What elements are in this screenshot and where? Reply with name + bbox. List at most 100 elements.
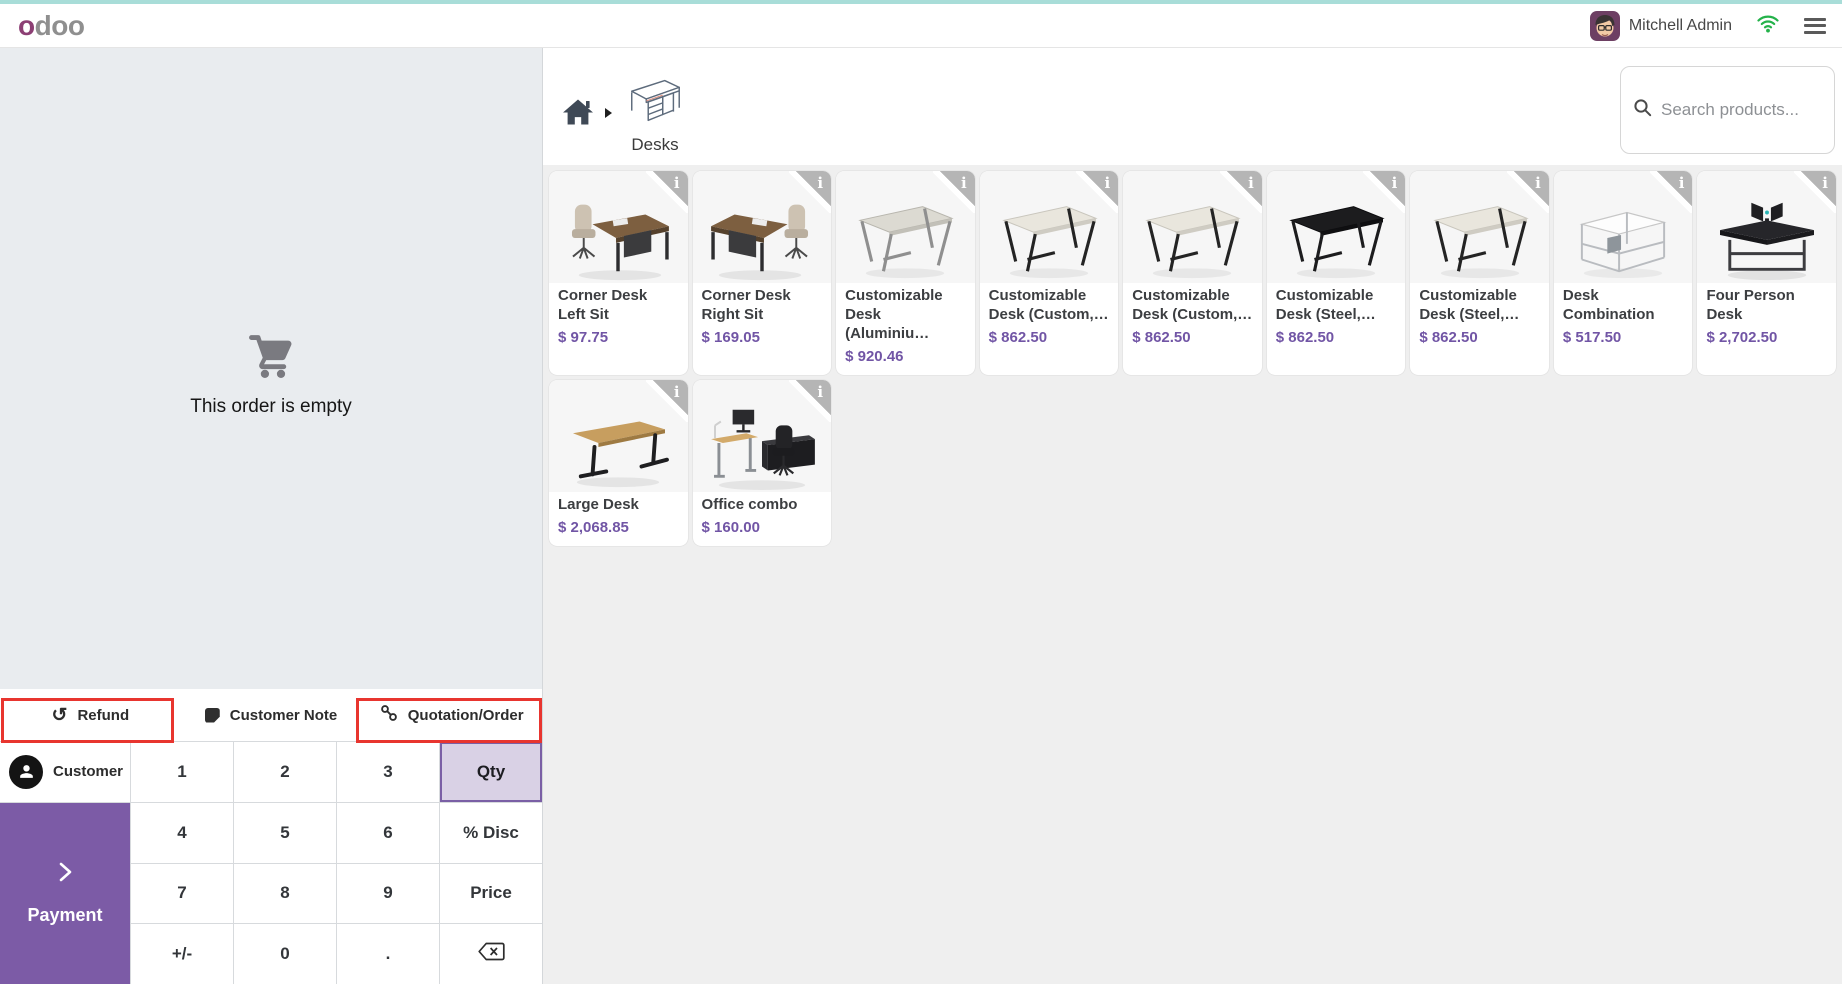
pos-app: odoo Mitchell Admin bbox=[0, 0, 1842, 984]
product-info-corner[interactable]: i bbox=[1363, 171, 1405, 213]
cart-icon bbox=[244, 328, 298, 383]
chevron-right-icon bbox=[53, 860, 77, 889]
home-button[interactable] bbox=[555, 90, 601, 136]
product-price: $ 862.50 bbox=[1132, 329, 1253, 346]
numpad-mode-qty[interactable]: Qty bbox=[440, 742, 542, 802]
customer-label: Customer bbox=[53, 763, 123, 780]
numpad-key-5[interactable]: 5 bbox=[234, 803, 336, 863]
navbar-right: Mitchell Admin bbox=[1590, 11, 1826, 41]
numpad-mode-discount[interactable]: % Disc bbox=[440, 803, 542, 863]
product-name: Large Desk bbox=[558, 496, 679, 515]
numpad-key-plusminus[interactable]: +/- bbox=[131, 924, 233, 984]
numpad-key-2[interactable]: 2 bbox=[234, 742, 336, 802]
info-icon: i bbox=[674, 383, 680, 401]
numpad-key-backspace[interactable] bbox=[440, 924, 542, 984]
product-info-corner[interactable]: i bbox=[789, 380, 831, 422]
customer-icon bbox=[9, 755, 43, 789]
wifi-icon bbox=[1756, 12, 1780, 39]
category-label: Desks bbox=[631, 135, 678, 155]
product-name: Customizable Desk (Aluminiu… bbox=[845, 287, 966, 344]
product-grid: i Corner Desk Left Sit $ 97.75 bbox=[543, 165, 1842, 984]
navbar: odoo Mitchell Admin bbox=[0, 0, 1842, 48]
numpad-key-9[interactable]: 9 bbox=[337, 864, 439, 924]
product-info-corner[interactable]: i bbox=[1220, 171, 1262, 213]
numpad-key-8[interactable]: 8 bbox=[234, 864, 336, 924]
product-card-corner-desk-right-sit[interactable]: i Corner Desk Right Sit $ 169.05 bbox=[693, 171, 832, 375]
product-card-four-person-desk[interactable]: i Four Person Desk $ 2,702.50 bbox=[1697, 171, 1836, 375]
info-icon: i bbox=[1535, 174, 1541, 192]
info-icon: i bbox=[1392, 174, 1398, 192]
hamburger-menu-icon[interactable] bbox=[1804, 16, 1826, 36]
customer-note-label: Customer Note bbox=[230, 707, 338, 724]
refund-label: Refund bbox=[77, 707, 129, 724]
numpad-mode-price[interactable]: Price bbox=[440, 864, 542, 924]
user-menu[interactable]: Mitchell Admin bbox=[1590, 11, 1732, 41]
refund-icon: ↺ bbox=[52, 706, 68, 725]
customer-note-button[interactable]: Customer Note bbox=[181, 689, 362, 741]
refund-button[interactable]: ↺ Refund bbox=[0, 689, 181, 741]
product-price: $ 2,702.50 bbox=[1706, 329, 1827, 346]
numpad-key-0[interactable]: 0 bbox=[234, 924, 336, 984]
product-name: Corner Desk Right Sit bbox=[702, 287, 823, 325]
info-icon: i bbox=[1105, 174, 1111, 192]
quotation-order-label: Quotation/Order bbox=[408, 707, 524, 724]
product-price: $ 862.50 bbox=[1276, 329, 1397, 346]
info-icon: i bbox=[674, 174, 680, 192]
product-name: Desk Combination bbox=[1563, 287, 1684, 325]
payment-button[interactable]: Payment bbox=[0, 803, 130, 984]
product-card-customizable-desk-steel-1[interactable]: i Customizable Desk (Steel,… $ 862.50 bbox=[1267, 171, 1406, 375]
search-box bbox=[1620, 66, 1835, 154]
product-card-customizable-desk-custom-2[interactable]: i Customizable Desk (Custom,… $ 862.50 bbox=[1123, 171, 1262, 375]
numpad-key-6[interactable]: 6 bbox=[337, 803, 439, 863]
breadcrumb: Desks bbox=[555, 68, 686, 158]
quotation-order-button[interactable]: Quotation/Order bbox=[361, 689, 542, 741]
product-info-corner[interactable]: i bbox=[1650, 171, 1692, 213]
product-price: $ 920.46 bbox=[845, 348, 966, 365]
search-products-input[interactable] bbox=[1661, 100, 1822, 120]
customer-button[interactable]: Customer bbox=[0, 742, 130, 802]
note-icon bbox=[205, 708, 220, 723]
product-price: $ 97.75 bbox=[558, 329, 679, 346]
product-price: $ 160.00 bbox=[702, 519, 823, 536]
product-card-customizable-desk-aluminium[interactable]: i Customizable Desk (Aluminiu… $ 920.46 bbox=[836, 171, 975, 375]
product-price: $ 169.05 bbox=[702, 329, 823, 346]
search-icon bbox=[1633, 98, 1652, 122]
product-card-office-combo[interactable]: i Office combo $ 160.00 bbox=[693, 380, 832, 546]
numpad-key-4[interactable]: 4 bbox=[131, 803, 233, 863]
numpad-key-decimal[interactable]: . bbox=[337, 924, 439, 984]
desks-category-image bbox=[624, 71, 686, 132]
numpad-key-1[interactable]: 1 bbox=[131, 742, 233, 802]
backspace-icon bbox=[478, 942, 505, 966]
product-info-corner[interactable]: i bbox=[789, 171, 831, 213]
main-area: This order is empty ↺ Refund Customer No… bbox=[0, 48, 1842, 984]
top-accent-bar bbox=[0, 0, 1842, 4]
odoo-logo: odoo bbox=[18, 10, 84, 42]
product-name: Customizable Desk (Custom,… bbox=[989, 287, 1110, 325]
numpad-key-7[interactable]: 7 bbox=[131, 864, 233, 924]
product-info-corner[interactable]: i bbox=[1076, 171, 1118, 213]
product-info-corner[interactable]: i bbox=[1507, 171, 1549, 213]
product-card-desk-combination[interactable]: i Desk Combination $ 517.50 bbox=[1554, 171, 1693, 375]
product-price: $ 862.50 bbox=[989, 329, 1110, 346]
product-info-corner[interactable]: i bbox=[646, 171, 688, 213]
info-icon: i bbox=[817, 174, 823, 192]
info-icon: i bbox=[961, 174, 967, 192]
empty-order-block: This order is empty bbox=[0, 328, 542, 418]
product-info-corner[interactable]: i bbox=[933, 171, 975, 213]
product-info-corner[interactable]: i bbox=[646, 380, 688, 422]
empty-order-message: This order is empty bbox=[190, 396, 352, 418]
product-name: Customizable Desk (Custom,… bbox=[1132, 287, 1253, 325]
numpad: Customer Payment 1 2 3 Qty 4 5 6 bbox=[0, 741, 542, 984]
payment-label: Payment bbox=[27, 905, 102, 926]
user-avatar bbox=[1590, 11, 1620, 41]
link-icon bbox=[380, 704, 398, 726]
product-card-customizable-desk-steel-2[interactable]: i Customizable Desk (Steel,… $ 862.50 bbox=[1410, 171, 1549, 375]
product-info-corner[interactable]: i bbox=[1794, 171, 1836, 213]
info-icon: i bbox=[1679, 174, 1685, 192]
category-desks[interactable]: Desks bbox=[624, 71, 686, 155]
product-card-large-desk[interactable]: i Large Desk $ 2,068.85 bbox=[549, 380, 688, 546]
numpad-key-3[interactable]: 3 bbox=[337, 742, 439, 802]
product-card-customizable-desk-custom-1[interactable]: i Customizable Desk (Custom,… $ 862.50 bbox=[980, 171, 1119, 375]
product-name: Customizable Desk (Steel,… bbox=[1419, 287, 1540, 325]
product-card-corner-desk-left-sit[interactable]: i Corner Desk Left Sit $ 97.75 bbox=[549, 171, 688, 375]
